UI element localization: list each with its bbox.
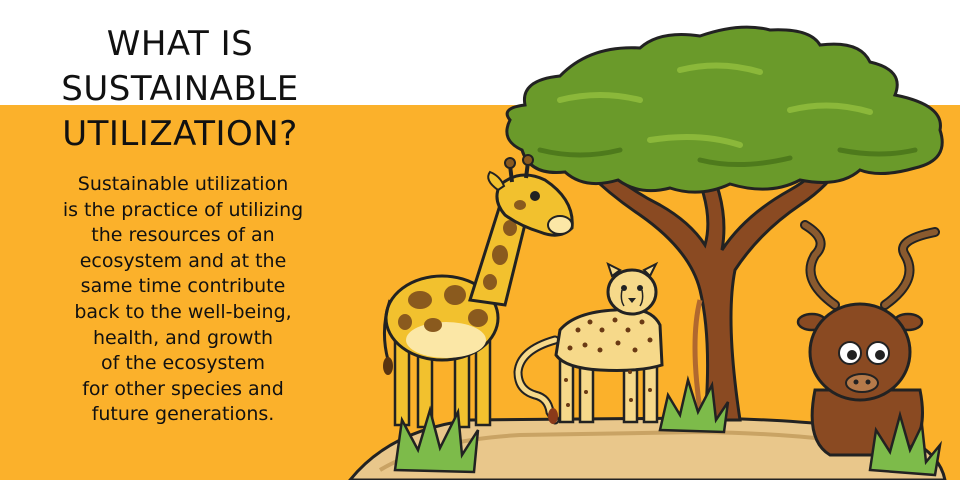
savanna-illustration [348, 25, 947, 480]
kudu [796, 220, 940, 457]
slide: WHAT IS SUSTAINABLE UTILIZATION? Sustain… [0, 0, 960, 480]
giraffe [383, 154, 574, 429]
cheetah [513, 261, 664, 425]
